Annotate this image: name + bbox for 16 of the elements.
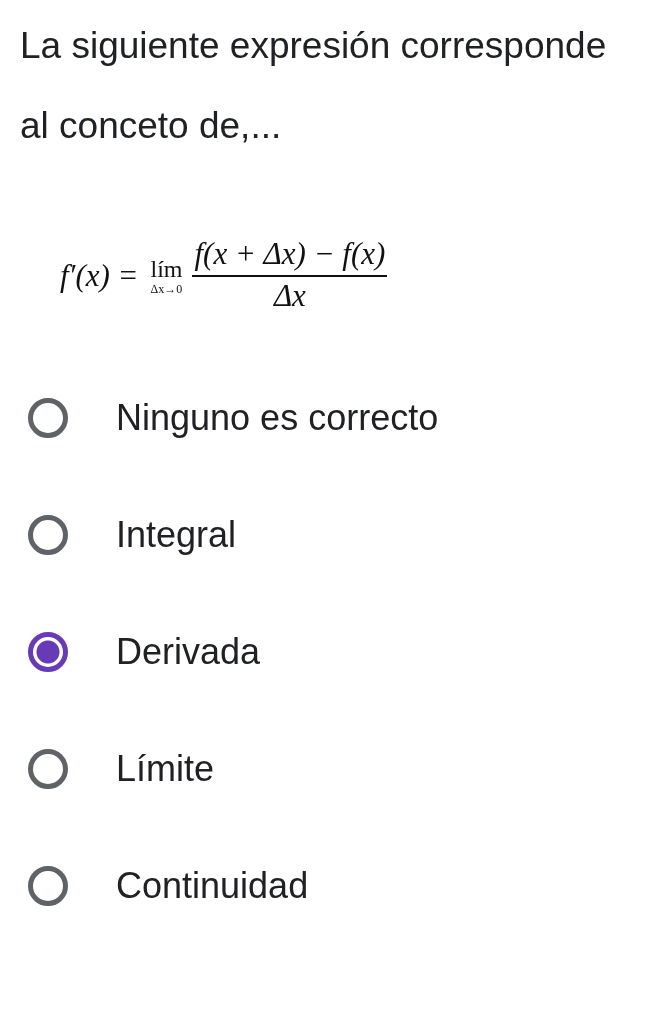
radio-button[interactable] — [28, 515, 68, 555]
option-label: Límite — [116, 748, 215, 790]
option-label: Ninguno es correcto — [116, 397, 439, 439]
option-label: Continuidad — [116, 865, 309, 907]
fraction-numerator: f(x + Δx) − f(x) — [192, 237, 388, 277]
radio-button[interactable] — [28, 398, 68, 438]
fraction-denominator: Δx — [273, 277, 306, 315]
limit-subscript: Δx→0 — [150, 282, 183, 296]
radio-button[interactable] — [28, 749, 68, 789]
option-label: Integral — [116, 514, 237, 556]
question-text: La siguiente expresión corresponde al conceto de,... — [19, 24, 608, 148]
formula-lhs: f′(x) = — [60, 258, 139, 294]
radio-button[interactable] — [28, 866, 68, 906]
radio-button[interactable] — [28, 632, 68, 672]
limit-operator: lím — [150, 256, 183, 282]
option-label: Derivada — [116, 631, 261, 673]
